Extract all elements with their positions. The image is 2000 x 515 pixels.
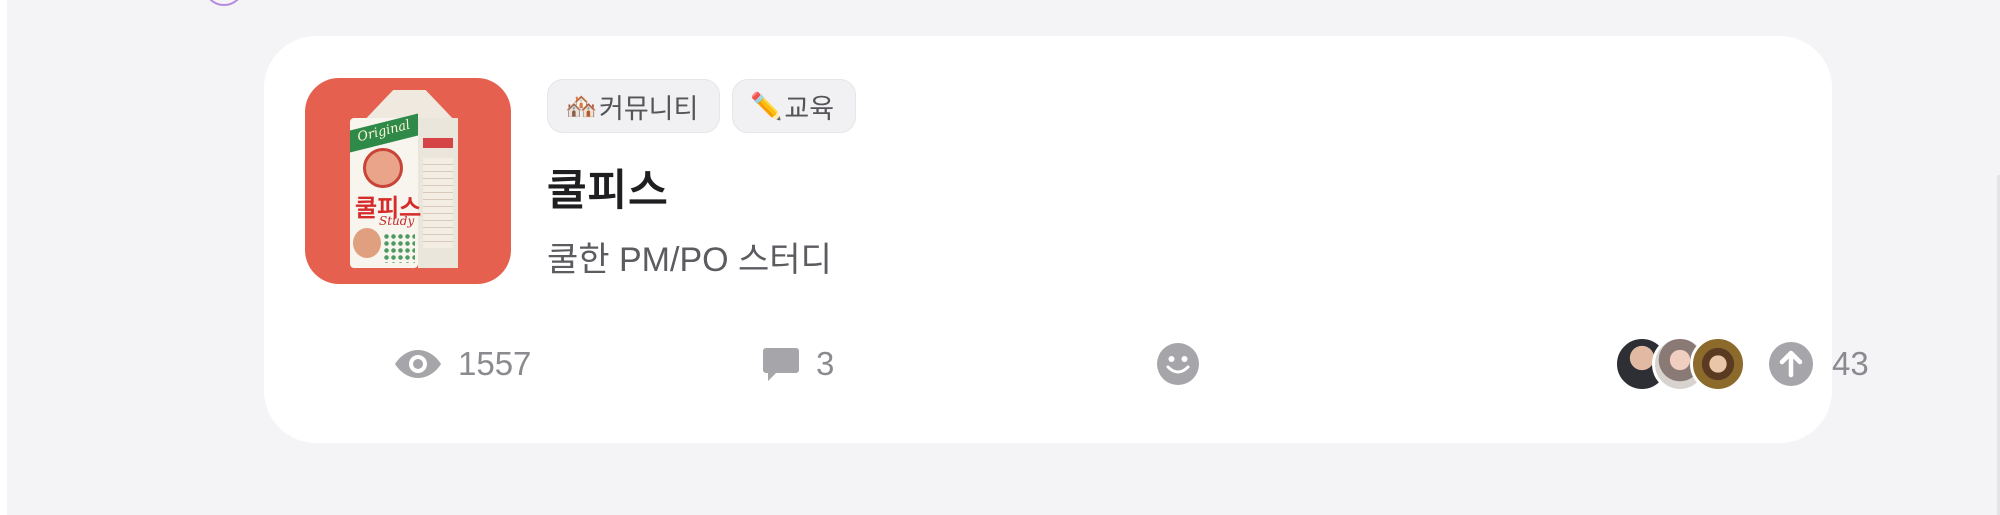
tag-label: 교육 — [784, 93, 835, 124]
comments-stat[interactable]: 3 — [762, 336, 834, 392]
carton-badge — [363, 148, 403, 188]
pencil-icon: ✏️ — [750, 91, 783, 121]
carton-side-label — [423, 138, 453, 148]
avatar — [1690, 336, 1746, 392]
comments-count: 3 — [816, 345, 835, 382]
carton-side-lines — [423, 158, 453, 248]
speech-bubble-icon — [762, 346, 800, 382]
category-tags: 🏘️ 커뮤니티 ✏️ 교육 — [547, 79, 857, 133]
upvote-count: 43 — [1832, 345, 1869, 382]
community-description: 쿨한 PM/PO 스터디 — [547, 241, 832, 279]
community-card[interactable]: Original 쿨피스 Study 🏘️ 커뮤니티 ✏️ 교육 쿨피스 쿨한 … — [264, 36, 1869, 443]
views-count: 1557 — [458, 345, 532, 382]
upvoter-avatars — [1614, 336, 1746, 392]
community-thumbnail[interactable]: Original 쿨피스 Study — [305, 78, 511, 284]
carton-study-text: Study — [379, 214, 415, 228]
smiley-icon — [1156, 342, 1200, 386]
carton-face — [353, 228, 381, 258]
page-left-edge — [0, 0, 7, 515]
reaction-button[interactable] — [1156, 336, 1200, 392]
tag-community[interactable]: 🏘️ 커뮤니티 — [547, 79, 721, 133]
upvote-button[interactable] — [1768, 341, 1814, 387]
carton-dots — [383, 233, 415, 263]
eye-icon — [394, 347, 442, 381]
community-title[interactable]: 쿨피스 — [547, 156, 669, 218]
views-stat: 1557 — [394, 336, 531, 392]
arrow-up-circle-icon — [1769, 342, 1813, 386]
previous-item-hint — [205, 0, 243, 6]
upvote-stat: 43 — [1614, 336, 1869, 392]
house-icon: 🏘️ — [565, 91, 598, 121]
tag-education[interactable]: ✏️ 교육 — [732, 79, 857, 133]
tag-label: 커뮤니티 — [599, 93, 699, 124]
